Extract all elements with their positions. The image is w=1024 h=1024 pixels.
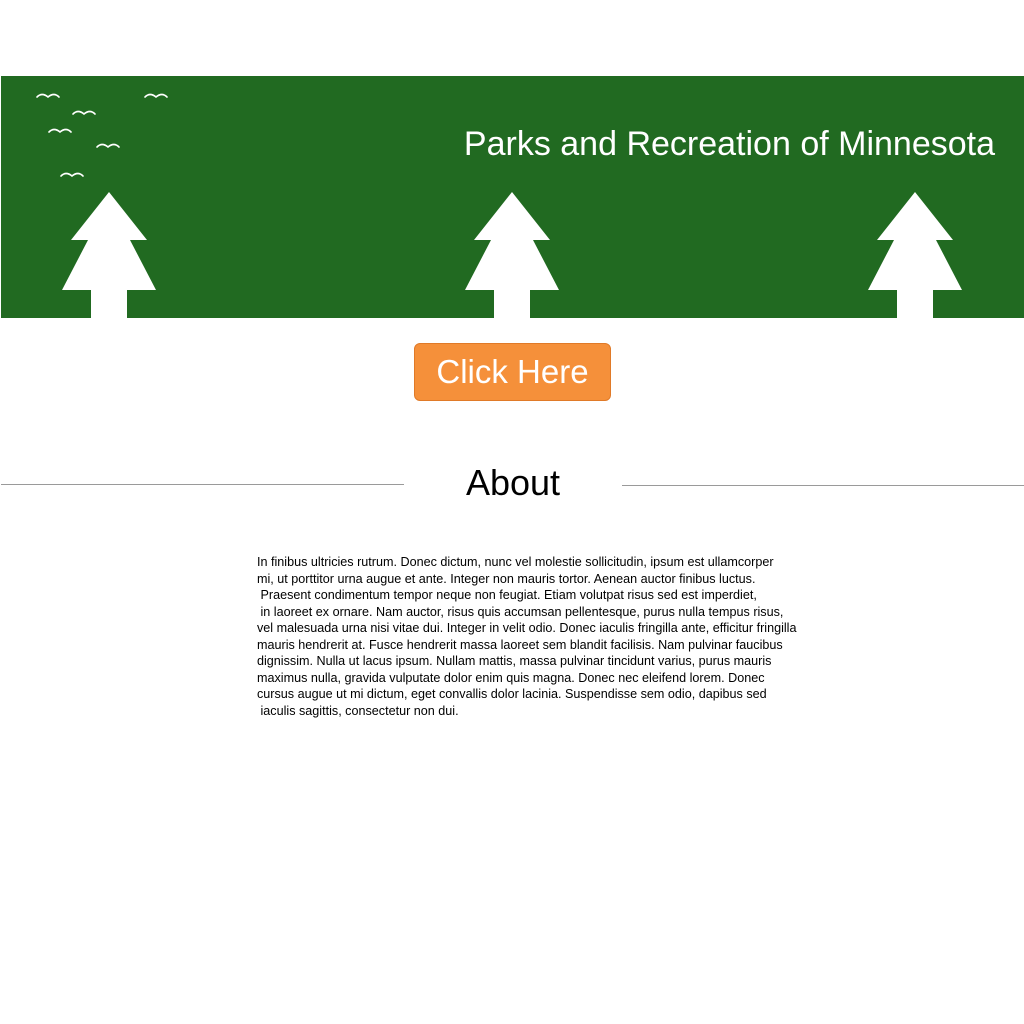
tree-icon [465, 192, 559, 318]
about-text-line: mauris hendrerit at. Fusce hendrerit mas… [257, 637, 783, 652]
bird-icon [96, 143, 120, 149]
page: Parks and Recreation of Minnesota Click … [0, 0, 1024, 1024]
about-text-line: cursus augue ut mi dictum, eget convalli… [257, 687, 767, 701]
click-here-button[interactable]: Click Here [414, 343, 611, 401]
site-title: Parks and Recreation of Minnesota [463, 125, 995, 163]
bird-icon [60, 172, 84, 178]
bird-icon [144, 93, 168, 99]
about-text-line: vel malesuada urna nisi vitae dui. Integ… [257, 621, 797, 635]
tree-icon [62, 192, 156, 318]
about-text-line: In finibus ultricies rutrum. Donec dictu… [257, 555, 774, 569]
about-divider-right [622, 485, 1024, 486]
tree-icon [868, 192, 962, 318]
bird-icon [36, 93, 60, 99]
about-text: In finibus ultricies rutrum. Donec dictu… [257, 554, 867, 719]
about-text-line: iaculis sagittis, consectetur non dui. [257, 703, 459, 718]
about-text-line: mi, ut porttitor urna augue et ante. Int… [257, 571, 756, 586]
about-text-line: maximus nulla, gravida vulputate dolor e… [257, 670, 765, 685]
about-text-line: Praesent condimentum tempor neque non fe… [257, 588, 757, 602]
banner-illustration [36, 93, 962, 318]
about-heading: About [465, 462, 561, 503]
bird-icon [72, 110, 96, 116]
bird-icon [48, 128, 72, 134]
about-text-line: dignissim. Nulla ut lacus ipsum. Nullam … [257, 654, 772, 668]
about-divider-left [1, 484, 404, 485]
header-banner: Parks and Recreation of Minnesota [1, 76, 1024, 318]
about-text-line: in laoreet ex ornare. Nam auctor, risus … [257, 604, 784, 619]
